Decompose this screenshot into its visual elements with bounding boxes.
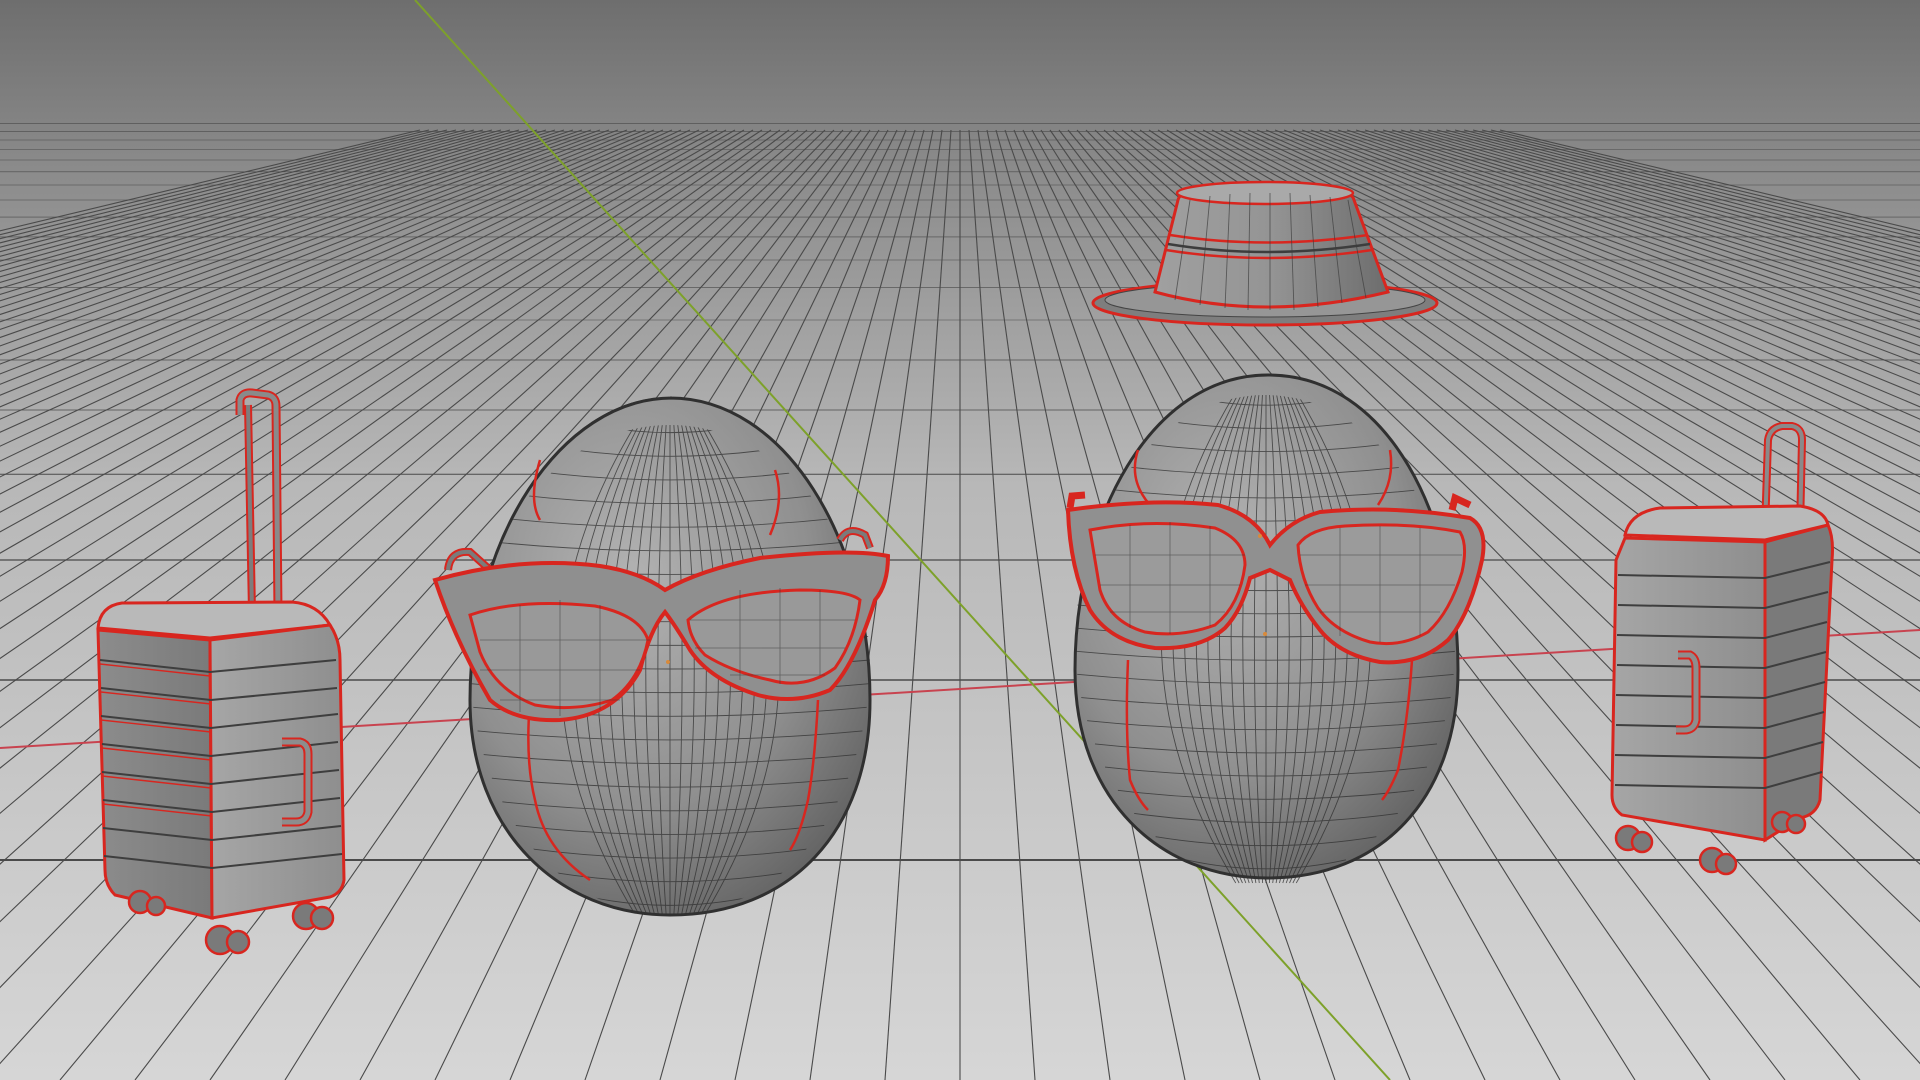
3d-viewport[interactable] — [0, 0, 1920, 1080]
suitcase-front — [1610, 536, 1767, 842]
